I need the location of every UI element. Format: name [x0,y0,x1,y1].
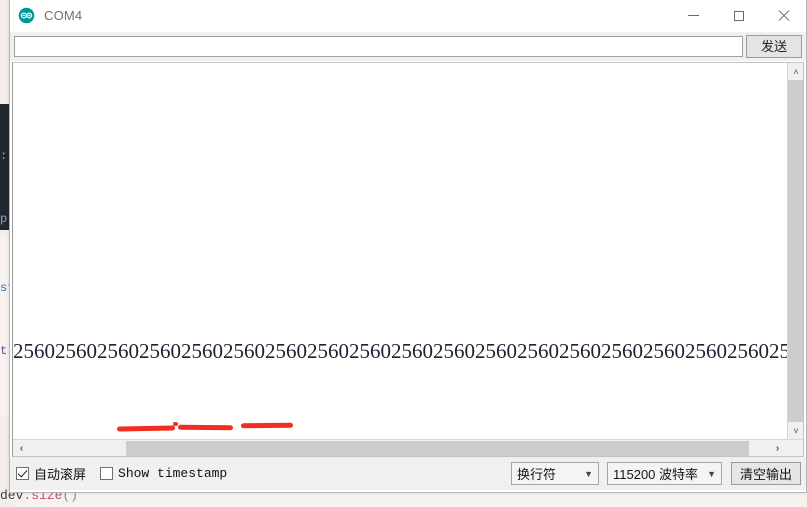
minimize-icon [688,15,699,16]
autoscroll-checkbox[interactable]: 自动滚屏 [16,464,86,483]
autoscroll-label: 自动滚屏 [34,467,87,482]
vertical-scrollbar-thumb[interactable] [788,80,803,428]
red-annotation-stroke [240,422,294,429]
horizontal-scrollbar[interactable]: ‹ › [13,439,803,456]
red-annotation-stroke [116,425,176,432]
maximize-button[interactable] [716,0,761,31]
maximize-icon [733,10,744,21]
baud-rate-select[interactable]: 115200 波特率 ▼ [607,462,722,485]
bottom-toolbar-right: 换行符 ▼ 115200 波特率 ▼ 清空输出 [503,457,801,490]
window-title: COM4 [44,8,83,23]
arduino-infinity-icon [18,7,35,24]
scroll-right-icon[interactable]: › [769,440,786,456]
serial-output-text: 2560256025602560256025602560256025602560… [13,339,803,363]
vertical-scrollbar[interactable]: ˄ ˅ [787,63,803,456]
horizontal-scrollbar-thumb[interactable] [126,441,749,456]
clear-output-button[interactable]: 清空输出 [731,462,801,485]
close-icon [777,9,790,22]
show-timestamp-checkbox[interactable]: Show timestamp [100,466,227,481]
minimize-button[interactable] [671,0,716,31]
baud-rate-value: 115200 波特率 [613,467,699,482]
serial-monitor-window: COM4 发送 25602560256025602560256025602560… [9,0,807,493]
serial-send-input[interactable] [14,36,743,57]
serial-output-panel[interactable]: 2560256025602560256025602560256025602560… [12,62,804,457]
line-ending-value: 换行符 [517,467,557,482]
scroll-down-icon[interactable]: ˅ [788,422,803,439]
checkbox-checked-icon [16,467,29,480]
send-row: 发送 [10,32,806,61]
scroll-up-icon[interactable]: ˄ [788,63,803,80]
bottom-toolbar: 自动滚屏 Show timestamp 换行符 ▼ 115200 波特率 ▼ 清… [10,457,806,490]
checkbox-unchecked-icon [100,467,114,480]
send-button[interactable]: 发送 [746,35,802,58]
red-annotation-stroke [177,424,234,431]
close-button[interactable] [761,0,806,31]
chevron-down-icon: ▼ [707,468,716,479]
line-ending-select[interactable]: 换行符 ▼ [511,462,599,485]
chevron-down-icon: ▼ [584,468,593,479]
window-controls [671,0,806,31]
scroll-left-icon[interactable]: ‹ [13,440,30,456]
show-timestamp-label: Show timestamp [118,466,228,481]
window-titlebar: COM4 [10,0,806,32]
